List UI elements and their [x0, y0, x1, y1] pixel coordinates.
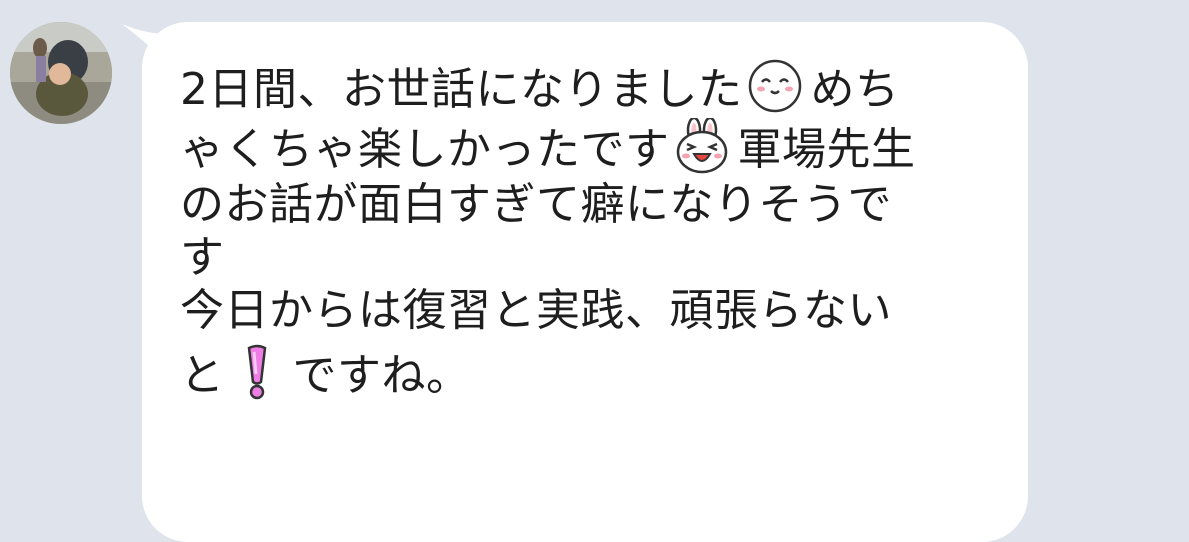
smiling-face-icon [747, 58, 803, 114]
laughing-bunny-icon [674, 118, 730, 174]
message-line: ゃくちゃ楽しかったです 軍場先生 [180, 118, 1000, 178]
message-fragment: 軍場先生 [737, 124, 916, 175]
message-text: 2日間、お世話になりました めち ゃくちゃ楽しかったです 軍場先生 のお話が面白… [180, 58, 1000, 404]
message-line: す [180, 232, 225, 283]
message-line: 今日からは復習と実践、頑張らない [180, 285, 892, 336]
message-fragment: ゃくちゃ楽しかったです [180, 124, 670, 175]
message-fragment: と [180, 350, 225, 401]
pink-exclamation-icon [229, 344, 285, 400]
message-line: のお話が面白すぎて癖になりそうで [180, 179, 892, 230]
message-line: 2日間、お世話になりました めち [180, 58, 1000, 118]
message-line: と ですね。 [180, 344, 1000, 404]
message-fragment: ですね。 [292, 350, 471, 401]
avatar-photo [10, 22, 112, 124]
avatar[interactable] [10, 22, 112, 124]
message-fragment: めち [810, 64, 900, 115]
message-fragment: 2日間、お世話になりました [180, 64, 743, 115]
